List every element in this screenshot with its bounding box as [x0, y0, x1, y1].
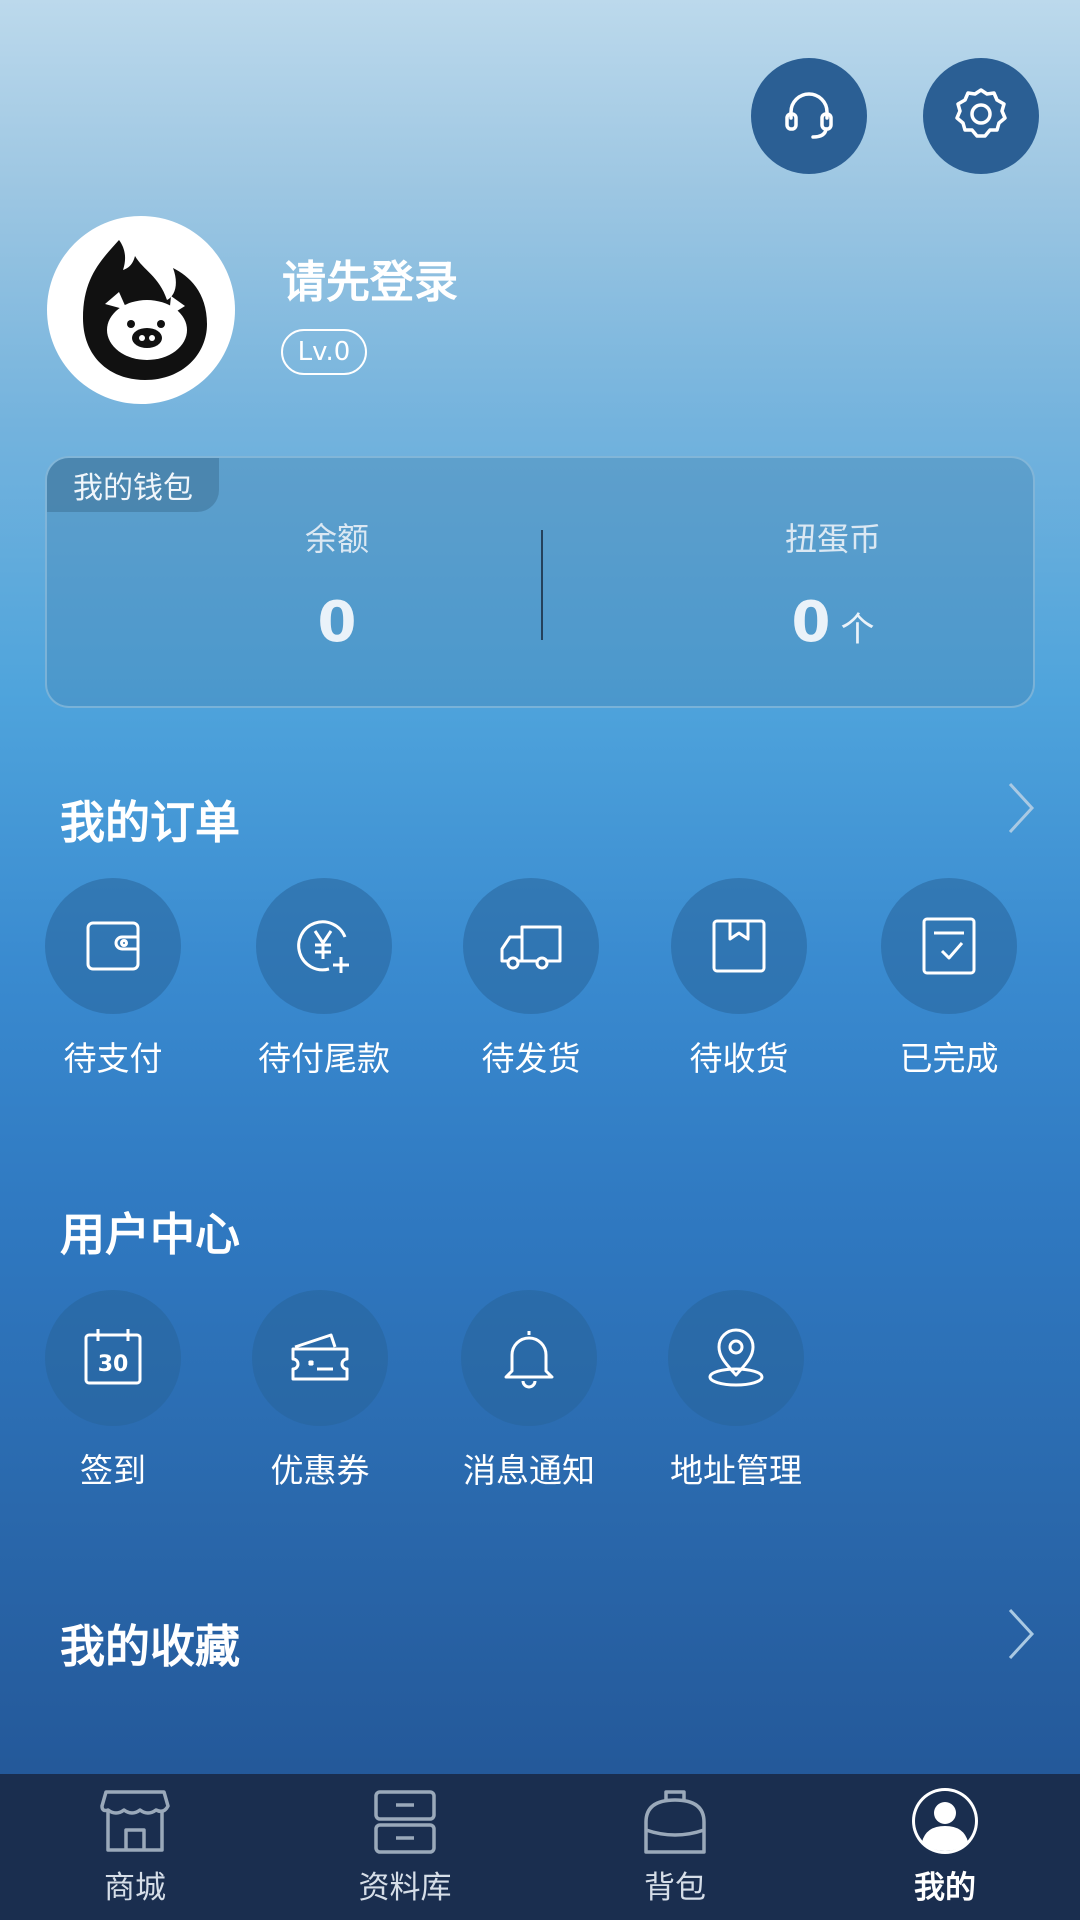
order-label: 已完成 [899, 1039, 999, 1078]
balance-value: 0 [317, 590, 357, 655]
settings-button[interactable] [923, 58, 1039, 174]
user-center-label: 消息通知 [463, 1451, 595, 1490]
coin-section[interactable]: 扭蛋币 0个 [623, 514, 1043, 655]
coin-value: 0个 [791, 590, 875, 655]
balance-label: 余额 [304, 520, 369, 558]
user-center-label: 签到 [80, 1451, 146, 1490]
coin-unit: 个 [840, 610, 875, 650]
coupon-icon [291, 1333, 349, 1381]
calendar-icon: 30 [84, 1329, 142, 1385]
user-center-label: 地址管理 [670, 1451, 802, 1490]
svg-text:30: 30 [98, 1352, 129, 1377]
backpack-icon [644, 1790, 706, 1854]
check-in-button[interactable]: 30 签到 [28, 1290, 198, 1492]
order-label: 待收货 [689, 1039, 789, 1078]
wallet-tag: 我的钱包 [47, 458, 219, 512]
store-icon [100, 1790, 170, 1852]
box-icon [712, 919, 766, 973]
nav-profile[interactable]: 我的 [845, 1786, 1045, 1907]
truck-icon [500, 925, 562, 970]
orders-more-chevron-icon[interactable] [1004, 780, 1038, 836]
order-pending-payment[interactable]: 待支付 [28, 878, 198, 1080]
balance-section[interactable]: 余额 0 [127, 514, 547, 655]
user-center-label: 优惠券 [270, 1451, 370, 1490]
orders-title: 我的订单 [60, 796, 241, 849]
checklist-icon [922, 917, 976, 975]
nav-label: 我的 [914, 1870, 976, 1906]
nav-label: 资料库 [358, 1870, 452, 1906]
nav-label: 商城 [104, 1870, 166, 1906]
support-button[interactable] [751, 58, 867, 174]
wallet-card: 我的钱包 余额 0 扭蛋币 0个 [45, 456, 1035, 708]
order-completed[interactable]: 已完成 [864, 878, 1034, 1080]
pig-logo-icon [83, 240, 207, 380]
gear-icon [951, 84, 1011, 148]
location-icon [708, 1328, 764, 1387]
bottom-nav: 商城 资料库 背包 我的 [0, 1774, 1080, 1920]
order-label: 待支付 [63, 1039, 163, 1078]
user-icon [912, 1788, 978, 1854]
wallet-icon [86, 921, 140, 971]
nav-database[interactable]: 资料库 [305, 1786, 505, 1907]
order-pending-balance[interactable]: 待付尾款 [239, 878, 409, 1080]
login-prompt[interactable]: 请先登录 [282, 246, 458, 310]
address-management-button[interactable]: 地址管理 [651, 1290, 821, 1492]
order-label: 待发货 [481, 1039, 581, 1078]
user-center-title: 用户中心 [60, 1208, 241, 1261]
order-pending-receipt[interactable]: 待收货 [654, 878, 824, 1080]
notifications-button[interactable]: 消息通知 [444, 1290, 614, 1492]
headset-icon [779, 84, 839, 148]
order-pending-shipment[interactable]: 待发货 [446, 878, 616, 1080]
favorites-title: 我的收藏 [60, 1620, 241, 1673]
nav-label: 背包 [644, 1870, 706, 1906]
yuan-plus-icon [297, 920, 349, 973]
avatar[interactable] [47, 216, 235, 404]
level-badge: Lv.0 [281, 329, 367, 375]
order-label: 待付尾款 [258, 1039, 390, 1078]
coupon-button[interactable]: 优惠券 [235, 1290, 405, 1492]
coin-label: 扭蛋币 [784, 520, 881, 558]
nav-store[interactable]: 商城 [35, 1786, 235, 1907]
database-icon [374, 1790, 436, 1854]
wallet-divider [541, 530, 543, 640]
favorites-more-chevron-icon[interactable] [1004, 1606, 1038, 1662]
bell-icon [504, 1331, 554, 1389]
nav-backpack[interactable]: 背包 [575, 1786, 775, 1907]
